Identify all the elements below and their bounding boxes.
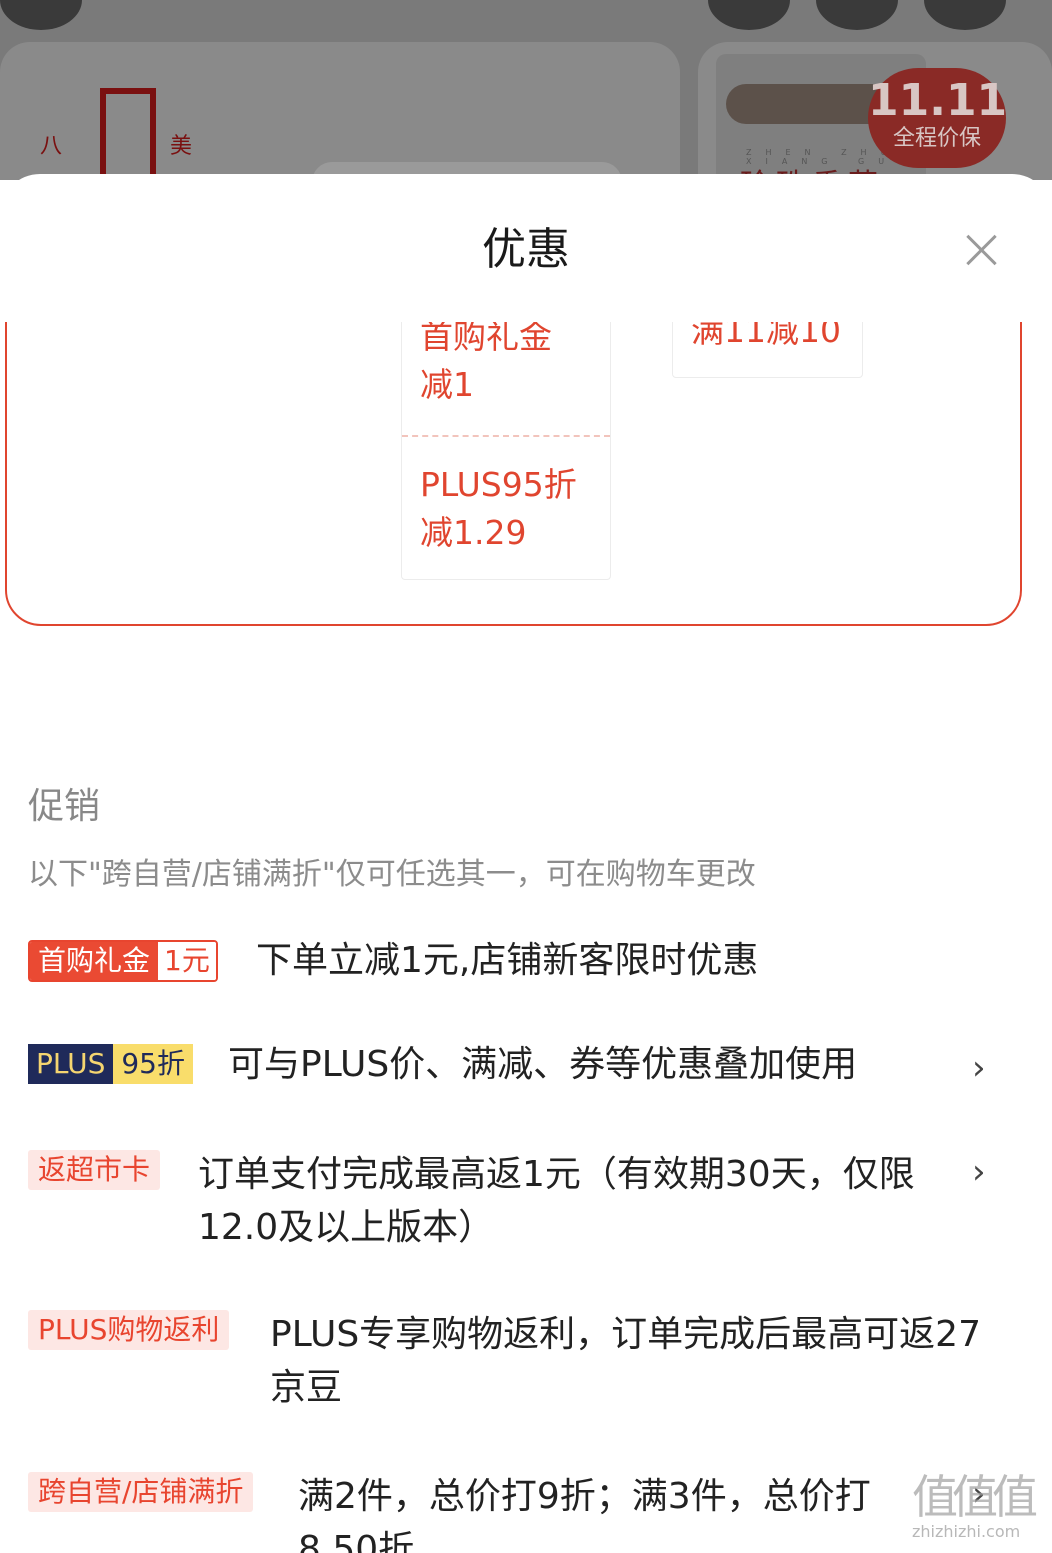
coupon-divider xyxy=(402,435,610,437)
chevron-right-icon[interactable]: › xyxy=(972,1048,986,1088)
shop-logo: 八 美 xyxy=(40,88,210,178)
favorite-button[interactable] xyxy=(708,0,790,30)
coupon-scroll-area[interactable]: 首购礼金 减1 PLUS95折 减1.29 满11减10 xyxy=(0,322,1052,632)
sheet-title: 优惠 xyxy=(482,224,570,275)
discount-sheet: 优惠 首购礼金 减1 PLUS95折 减1.29 满11减10 促销 以下"跨自… xyxy=(0,174,1052,1553)
logo-mark xyxy=(100,88,156,178)
watermark-logo: 值值值 xyxy=(912,1470,1038,1524)
watermark-site: zhizhizhi.com xyxy=(912,1522,1021,1541)
double11-badge: 11.11 全程价保 xyxy=(868,68,1007,168)
coupon-full-reduction: 满11减10 xyxy=(691,322,841,350)
coupon-column: 首购礼金 减1 PLUS95折 减1.29 xyxy=(401,322,611,580)
promo-text: 订单支付完成最高返1元（有效期30天，仅限12.0及以上版本） xyxy=(198,1154,915,1248)
more-button[interactable] xyxy=(924,0,1006,30)
share-button[interactable] xyxy=(816,0,898,30)
back-button[interactable] xyxy=(0,0,82,30)
cross-store-discount-tag: 跨自营/店铺满折 xyxy=(28,1472,254,1512)
plus-tag: PLUS 95折 xyxy=(28,1044,193,1084)
supermarket-card-tag: 返超市卡 xyxy=(28,1150,161,1190)
plus-rebate-tag: PLUS购物返利 xyxy=(28,1310,230,1350)
coupon-column-2: 满11减10 xyxy=(672,322,863,378)
promotion-title: 促销 xyxy=(28,786,101,827)
promo-text: 可与PLUS价、满减、券等优惠叠加使用 xyxy=(228,1044,858,1085)
coupon-first-purchase: 首购礼金 减1 xyxy=(420,322,552,404)
site-watermark: 值值值 zhizhizhi.com xyxy=(912,1470,1038,1541)
promotion-note: 以下"跨自营/店铺满折"仅可任选其一，可在购物车更改 xyxy=(28,857,756,892)
promo-text: 满2件，总价打9折；满3件，总价打8.50折 xyxy=(298,1476,871,1553)
chevron-right-icon[interactable]: › xyxy=(972,1152,986,1192)
promo-text: PLUS专享购物返利，订单完成后最高可返27京豆 xyxy=(270,1314,981,1408)
promo-text: 下单立减1元,店铺新客限时优惠 xyxy=(256,940,759,981)
coupon-plus-discount: PLUS95折 减1.29 xyxy=(420,465,577,552)
background-page: 八 美 ZHEN ZHU XIANG GU 珍珠香菇 11.11 全程价保 xyxy=(0,0,1052,180)
close-icon[interactable] xyxy=(958,226,1006,274)
first-gift-tag: 首购礼金 1元 xyxy=(28,940,218,982)
